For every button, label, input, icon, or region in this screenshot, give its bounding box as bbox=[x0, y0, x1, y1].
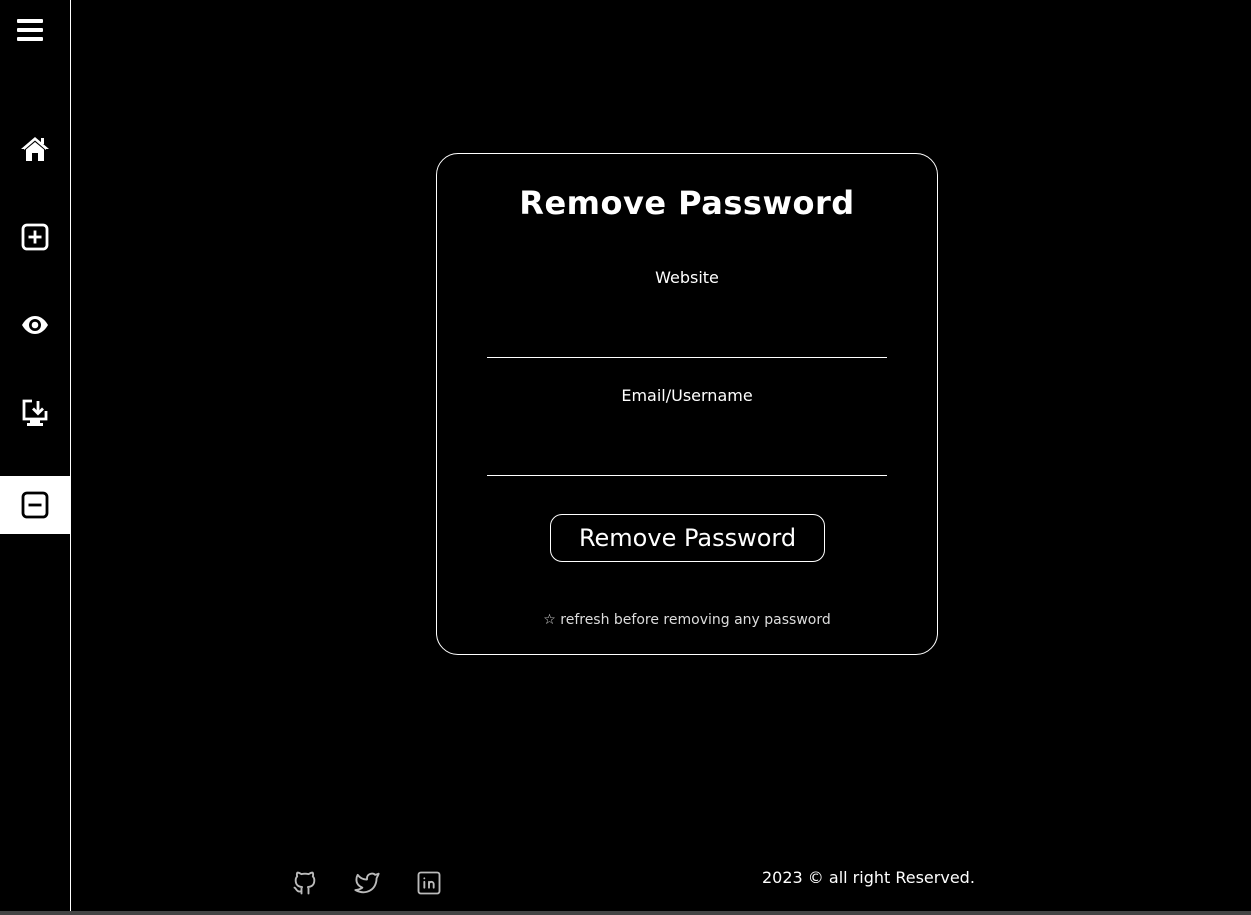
nav-item-add-password[interactable] bbox=[0, 208, 70, 266]
nav-item-download-passwords[interactable] bbox=[0, 384, 70, 442]
hamburger-menu-icon bbox=[17, 19, 43, 41]
website-label: Website bbox=[655, 268, 719, 287]
nav-item-home[interactable] bbox=[0, 120, 70, 178]
download-monitor-icon bbox=[22, 399, 48, 426]
eye-icon bbox=[22, 316, 48, 334]
nav-item-view-passwords[interactable] bbox=[0, 296, 70, 354]
github-icon bbox=[293, 871, 316, 895]
plus-square-icon bbox=[21, 223, 49, 251]
linkedin-icon bbox=[417, 871, 441, 895]
minus-square-icon bbox=[21, 491, 49, 519]
menu-toggle-button[interactable] bbox=[14, 14, 46, 46]
remove-password-button[interactable]: Remove Password bbox=[550, 514, 825, 562]
linkedin-link[interactable] bbox=[414, 868, 444, 898]
page-title: Remove Password bbox=[519, 184, 855, 222]
email-username-input[interactable] bbox=[487, 436, 887, 476]
twitter-link[interactable] bbox=[352, 868, 382, 898]
github-link[interactable] bbox=[290, 868, 320, 898]
home-icon bbox=[21, 137, 49, 161]
sidebar bbox=[0, 0, 71, 911]
window-bottom-edge bbox=[0, 911, 1251, 915]
copyright-text: 2023 © all right Reserved. bbox=[762, 868, 975, 887]
refresh-note: ☆ refresh before removing any password bbox=[543, 612, 831, 628]
nav-item-remove-password[interactable] bbox=[0, 476, 70, 534]
email-username-label: Email/Username bbox=[621, 386, 753, 405]
twitter-icon bbox=[354, 872, 380, 894]
remove-password-card: Remove Password Website Email/Username R… bbox=[436, 153, 938, 655]
website-input[interactable] bbox=[487, 318, 887, 358]
